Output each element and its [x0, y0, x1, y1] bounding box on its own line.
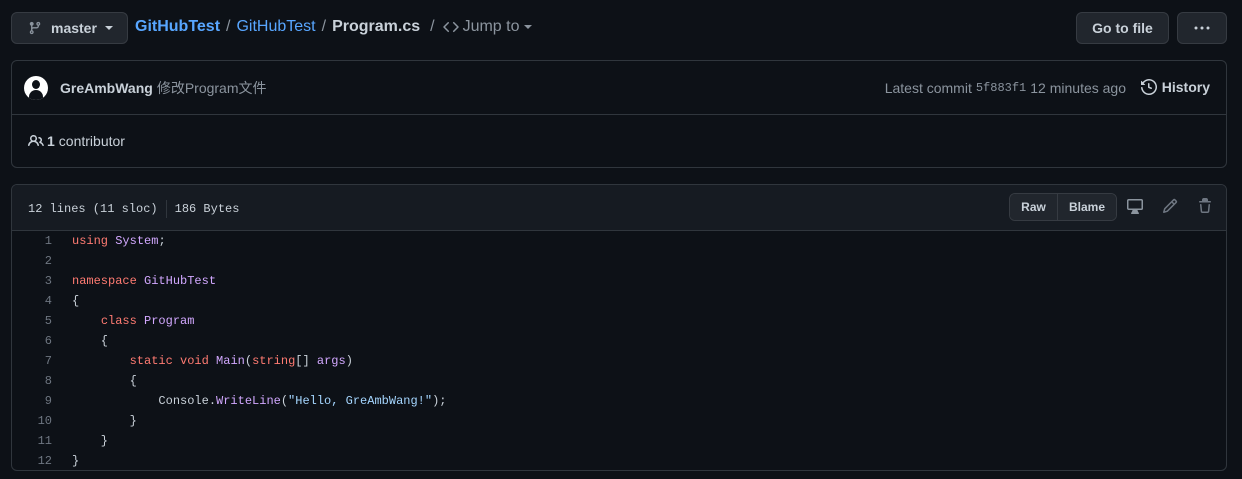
line-number[interactable]: 1	[12, 234, 52, 248]
breadcrumb-folder-link[interactable]: GitHubTest	[236, 18, 315, 36]
line-code: namespace GitHubTest	[72, 274, 217, 288]
file-header: 12 lines (11 sloc) 186 Bytes Raw Blame	[12, 185, 1226, 231]
latest-commit-box: GreAmbWang 修改Program文件 Latest commit 5f8…	[11, 60, 1227, 168]
file-info: 12 lines (11 sloc) 186 Bytes	[28, 200, 239, 218]
code-body: 1 using System; 2 3 namespace GitHubTest 4{5 …	[12, 231, 1226, 470]
line-number[interactable]: 3	[12, 274, 52, 288]
trash-icon[interactable]	[1197, 198, 1213, 214]
commit-meta: Latest commit 5f883f1 12 minutes ago	[885, 80, 1126, 96]
breadcrumb: GitHubTest / GitHubTest / Program.cs / J…	[135, 18, 532, 36]
contributors-label: contributor	[58, 133, 125, 149]
line-number[interactable]: 6	[12, 334, 52, 348]
commit-message[interactable]: 修改Program文件	[157, 78, 267, 98]
line-code: using System;	[72, 234, 166, 248]
line-code: }	[72, 434, 109, 448]
code-line: 7 static void Main(string[] args)	[12, 351, 1226, 371]
line-number[interactable]: 9	[12, 394, 52, 408]
blame-button[interactable]: Blame	[1058, 194, 1116, 220]
breadcrumb-repo-link[interactable]: GitHubTest	[135, 18, 220, 36]
branch-select-button[interactable]: master	[11, 12, 128, 44]
code-line: 11 }	[12, 431, 1226, 451]
line-number[interactable]: 8	[12, 374, 52, 388]
line-code: {	[72, 334, 109, 348]
breadcrumb-separator: /	[226, 18, 231, 35]
line-number[interactable]: 4	[12, 294, 52, 308]
pencil-icon[interactable]	[1162, 198, 1178, 214]
line-code: {	[72, 294, 80, 308]
line-number[interactable]: 11	[12, 434, 52, 448]
breadcrumb-current-file: Program.cs	[332, 18, 421, 35]
commit-row: GreAmbWang 修改Program文件 Latest commit 5f8…	[12, 61, 1226, 115]
go-to-file-button[interactable]: Go to file	[1076, 12, 1169, 44]
file-viewer: 12 lines (11 sloc) 186 Bytes Raw Blame 1…	[11, 184, 1227, 471]
people-icon	[28, 133, 47, 149]
contributors-row[interactable]: 1 contributor	[12, 115, 1226, 167]
file-size: 186 Bytes	[174, 202, 240, 216]
code-line: 3 namespace GitHubTest	[12, 271, 1226, 291]
file-action-buttons: Raw Blame	[1009, 193, 1117, 221]
commit-author[interactable]: GreAmbWang	[60, 80, 153, 96]
line-number[interactable]: 2	[12, 254, 52, 268]
jump-to-menu[interactable]: Jump to	[441, 18, 532, 36]
avatar[interactable]	[24, 75, 48, 100]
code-line: 10 }	[12, 411, 1226, 431]
code-line: 6 {	[12, 331, 1226, 351]
chevron-down-icon	[104, 25, 113, 31]
line-code: }	[72, 414, 137, 428]
jump-to-label: Jump to	[462, 18, 520, 35]
line-code: static void Main(string[] args)	[129, 354, 353, 368]
line-number[interactable]: 10	[12, 414, 52, 428]
contributors-count: 1	[47, 133, 55, 149]
more-options-button[interactable]	[1177, 12, 1227, 44]
line-number[interactable]: 7	[12, 354, 52, 368]
chevron-down-icon	[523, 24, 532, 30]
more-options-icon	[1194, 26, 1210, 30]
code-line: 4{	[12, 291, 1226, 311]
code-line: 8 {	[12, 371, 1226, 391]
desktop-icon[interactable]	[1127, 198, 1143, 214]
commit-time: 12 minutes ago	[1030, 80, 1126, 96]
breadcrumb-separator: /	[321, 18, 327, 35]
code-line: 2	[12, 251, 1226, 271]
line-code: {	[72, 374, 137, 388]
code-line: 5 class Program	[12, 311, 1226, 331]
branch-name: master	[51, 20, 97, 36]
code-icon	[442, 19, 459, 35]
line-code: }	[72, 454, 80, 468]
code-line: 9 Console.WriteLine("Hello, GreAmbWang!"…	[12, 391, 1226, 411]
line-code: Console.WriteLine("Hello, GreAmbWang!");	[72, 394, 447, 408]
divider	[165, 200, 167, 218]
line-code: class Program	[100, 314, 195, 328]
git-branch-icon	[28, 20, 42, 36]
history-link[interactable]: History	[1140, 79, 1210, 95]
line-number[interactable]: 5	[12, 314, 52, 328]
file-navigation: master GitHubTest / GitHubTest / Program…	[11, 12, 1227, 44]
breadcrumb-separator: /	[430, 18, 435, 35]
commit-sha[interactable]: 5f883f1	[976, 81, 1026, 95]
file-lines-info: 12 lines (11 sloc)	[28, 202, 158, 216]
latest-commit-label: Latest commit	[884, 80, 972, 96]
raw-button[interactable]: Raw	[1010, 194, 1058, 220]
history-label: History	[1161, 79, 1210, 95]
history-icon	[1140, 79, 1162, 95]
line-number[interactable]: 12	[12, 454, 52, 468]
code-line: 12}	[12, 451, 1226, 470]
code-line: 1 using System;	[12, 231, 1226, 251]
